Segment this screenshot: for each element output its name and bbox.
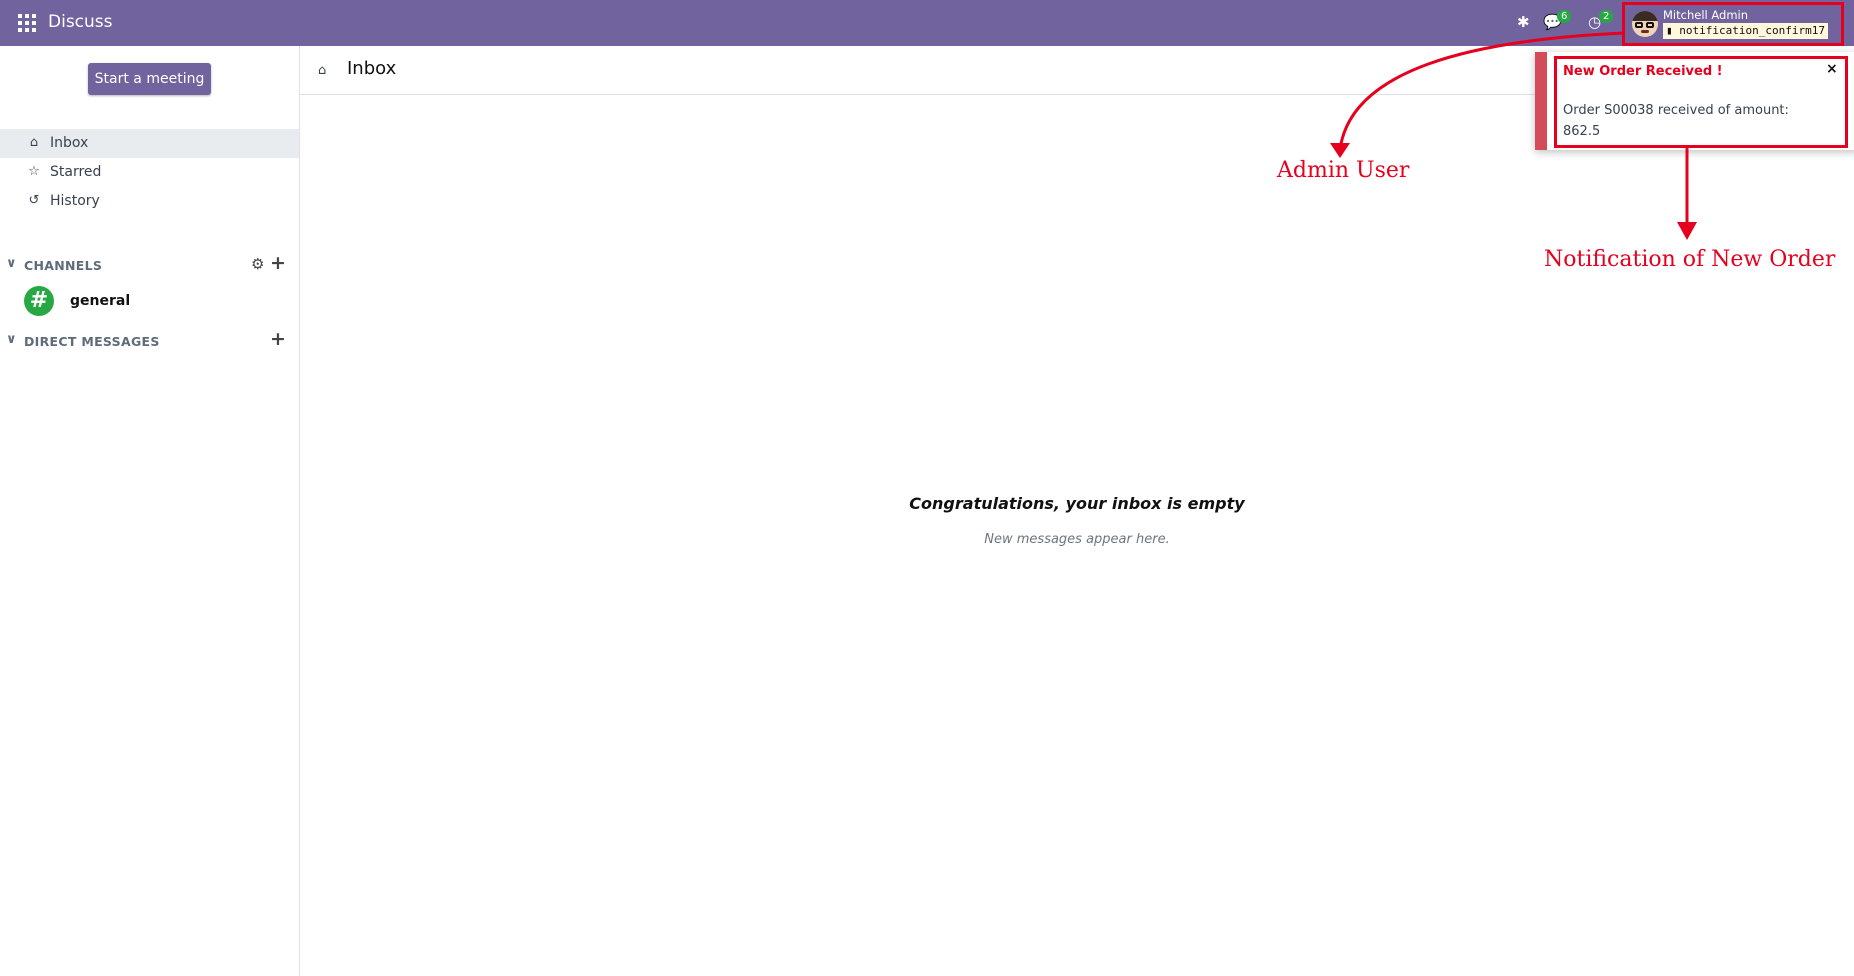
admin-user-annotation: Admin User — [1277, 158, 1410, 183]
annotation-arrows — [1330, 31, 1697, 240]
notification-annotation: Notification of New Order — [1544, 247, 1836, 272]
